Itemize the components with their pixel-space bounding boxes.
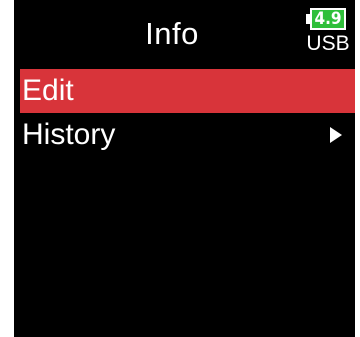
power-source-label: USB bbox=[306, 32, 350, 55]
menu-item-label: History bbox=[22, 118, 116, 151]
battery-icon: 4.9 bbox=[306, 8, 348, 30]
chevron-right-icon bbox=[330, 127, 342, 143]
power-indicator: 4.9 USB bbox=[306, 8, 350, 60]
battery-voltage: 4.9 bbox=[314, 9, 342, 29]
menu-item-edit[interactable]: Edit bbox=[20, 69, 355, 113]
device-screen: Info 4.9 USB Edit History bbox=[14, 0, 355, 337]
menu-item-history[interactable]: History bbox=[20, 113, 355, 157]
menu-item-label: Edit bbox=[22, 74, 74, 107]
title-bar: Info 4.9 USB bbox=[14, 0, 355, 66]
screen-title: Info bbox=[145, 16, 199, 51]
